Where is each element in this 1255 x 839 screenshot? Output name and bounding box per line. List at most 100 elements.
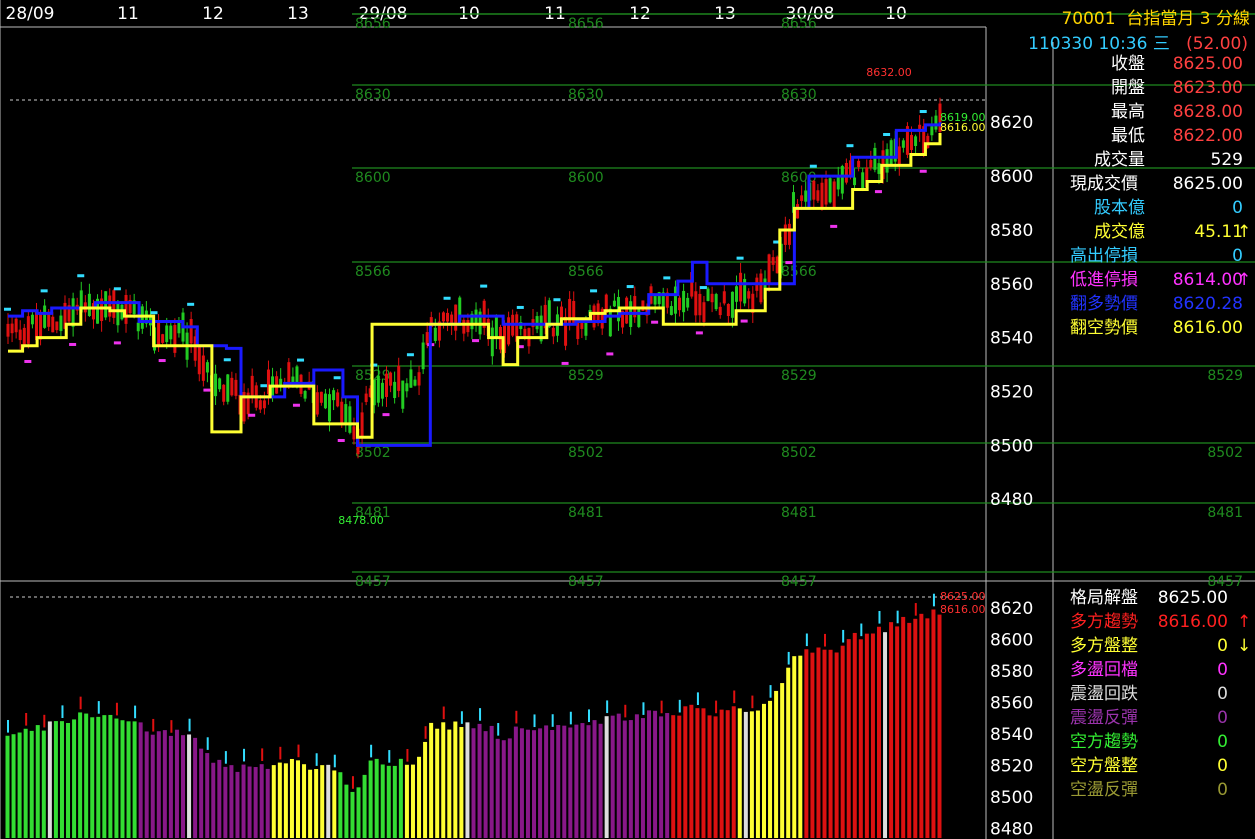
pattern-bar	[417, 756, 422, 838]
candle-body	[682, 290, 686, 313]
level-label: 8481	[1207, 505, 1243, 521]
candle-body	[413, 379, 417, 386]
candle-body	[14, 318, 18, 333]
pattern-bar	[295, 760, 300, 838]
level-label: 8457	[568, 574, 604, 590]
candle-body	[218, 378, 222, 390]
candle-body	[726, 303, 730, 317]
y-tick-label: 8540	[990, 329, 1033, 349]
pattern-bar	[822, 649, 827, 838]
high-marker	[223, 358, 231, 362]
pattern-bar	[241, 764, 246, 838]
stat-row: 翻多勢價 8620.28	[1060, 292, 1250, 316]
pattern-bar	[580, 723, 585, 838]
candle-body	[364, 393, 368, 402]
stat-label: 成交億	[1094, 222, 1145, 242]
x-tick-label: 13	[287, 4, 309, 24]
stat-row: 現成交價 8625.00	[1060, 172, 1250, 196]
candle-body	[889, 140, 893, 165]
candle-body	[735, 286, 739, 302]
candle-body	[771, 257, 775, 265]
high-marker	[443, 296, 451, 300]
pattern-bar	[640, 718, 645, 838]
y-tick-label: 8500	[990, 436, 1033, 456]
pattern-bar	[332, 770, 337, 838]
pattern-bar	[380, 764, 385, 838]
y-tick-label-sub: 8620	[990, 599, 1033, 619]
candle-body	[421, 342, 425, 370]
pattern-bar	[465, 722, 470, 838]
stat-label: 空方趨勢	[1070, 732, 1138, 752]
candle-body	[393, 381, 397, 399]
stat-value: 8628.00	[1172, 102, 1243, 122]
level-label: 8502	[568, 445, 604, 461]
candle-body	[812, 180, 816, 200]
pattern-bar	[229, 765, 234, 838]
level-label: 8630	[781, 87, 817, 103]
stat-value: 45.11	[1194, 222, 1243, 242]
pattern-bar	[749, 711, 754, 838]
pattern-bar	[162, 730, 167, 838]
candle-body	[222, 384, 226, 402]
high-marker	[113, 287, 121, 291]
high-marker	[260, 384, 268, 388]
candle-body	[710, 293, 714, 303]
low-marker	[874, 190, 882, 194]
stat-row: 多方趨勢 8616.00 ↑	[1060, 610, 1251, 634]
pattern-bar	[338, 772, 343, 838]
pattern-bar	[132, 721, 137, 838]
candle-body	[303, 390, 307, 399]
level-label: 8656	[781, 16, 817, 32]
candle-body	[669, 306, 673, 315]
candle-body	[234, 379, 238, 396]
pattern-bar	[876, 626, 881, 838]
level-label: 8529	[568, 368, 604, 384]
stat-row: 震盪反彈 0	[1060, 706, 1250, 730]
pattern-bar	[550, 729, 555, 838]
candle-body	[535, 316, 539, 330]
pattern-bar	[659, 716, 664, 838]
high-marker	[40, 289, 48, 293]
pattern-bar	[901, 616, 906, 838]
pattern-bar	[471, 728, 476, 838]
y-tick-label: 8620	[990, 113, 1033, 133]
level-label: 8502	[1207, 445, 1243, 461]
candle-body	[714, 294, 718, 310]
pattern-bar	[205, 753, 210, 838]
level-label: 8630	[355, 87, 391, 103]
low-marker	[382, 413, 390, 417]
candle-body	[433, 327, 437, 341]
pattern-bar	[59, 721, 64, 838]
pattern-bar	[810, 652, 815, 838]
pattern-bar	[320, 765, 325, 838]
candle-body	[564, 316, 568, 346]
high-marker	[187, 302, 195, 306]
high-marker	[297, 358, 305, 362]
pattern-bar	[72, 719, 77, 838]
level-label: 8529	[1207, 368, 1243, 384]
level-label: 8600	[355, 170, 391, 186]
candle-body	[441, 312, 445, 322]
candle-body	[551, 327, 555, 337]
sub-annotation: 8625.00	[940, 590, 986, 603]
candle-body	[824, 179, 828, 205]
stat-value: 529	[1210, 150, 1243, 170]
stat-row: 股本億 0	[1060, 196, 1250, 220]
candle-body	[336, 392, 340, 407]
pattern-bar	[780, 683, 785, 838]
candle-body	[226, 374, 230, 402]
stat-label: 格局解盤	[1070, 588, 1138, 608]
pattern-bar	[398, 758, 403, 838]
pattern-bar	[628, 720, 633, 838]
y-tick-label: 8480	[990, 490, 1033, 510]
candle-body	[39, 313, 43, 340]
pattern-bar	[289, 758, 294, 838]
pattern-bar	[925, 618, 930, 838]
y-tick-label: 8520	[990, 383, 1033, 403]
pattern-bar	[114, 718, 119, 838]
pattern-bar	[725, 710, 730, 838]
y-tick-label-sub: 8580	[990, 662, 1033, 682]
candle-body	[600, 308, 604, 329]
stat-label: 最低	[1111, 126, 1145, 146]
stat-value: 8616.00	[1157, 612, 1228, 632]
